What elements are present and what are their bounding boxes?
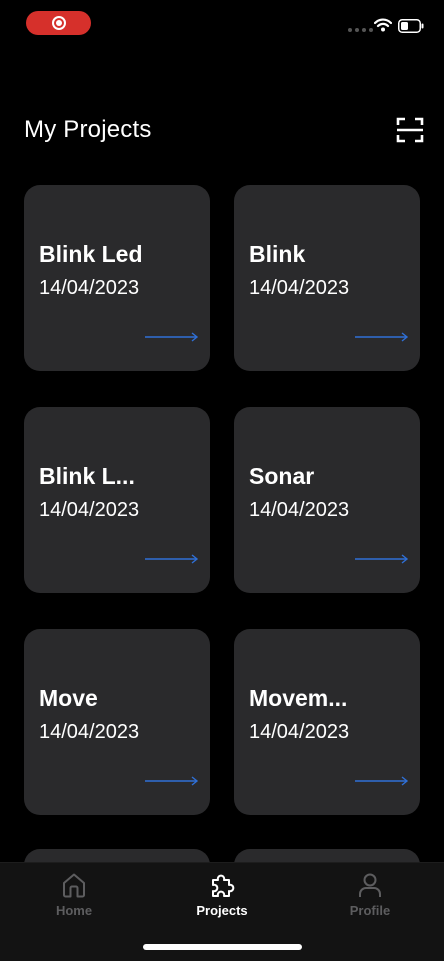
project-name: Blink — [249, 241, 306, 267]
record-icon — [51, 16, 66, 30]
tab-profile-label: Profile — [349, 903, 391, 918]
project-card[interactable]: Blink Led 14/04/2023 — [24, 185, 210, 371]
project-date: 14/04/2023 — [249, 721, 350, 743]
wifi-icon — [374, 18, 392, 32]
project-card[interactable]: Blink 14/04/2023 — [234, 185, 420, 371]
project-card[interactable]: Sonar 14/04/2023 — [234, 407, 420, 593]
project-card[interactable]: Move 14/04/2023 — [24, 629, 210, 815]
battery-icon — [398, 19, 424, 33]
status-bar — [0, 0, 444, 48]
cellular-signal-icon — [348, 28, 373, 32]
project-name: Sonar — [249, 463, 315, 489]
tab-profile[interactable]: Profile — [320, 871, 420, 918]
project-name: Movem... — [249, 685, 348, 711]
puzzle-icon — [212, 874, 235, 897]
project-date: 14/04/2023 — [39, 721, 140, 743]
project-name: Move — [39, 685, 98, 711]
project-card[interactable]: Blink L... 14/04/2023 — [24, 407, 210, 593]
screen-recording-indicator[interactable] — [26, 11, 91, 35]
scan-frame-icon[interactable] — [396, 116, 424, 144]
project-date: 14/04/2023 — [249, 499, 350, 521]
arrow-right-icon — [145, 776, 199, 786]
arrow-right-icon — [145, 554, 199, 564]
tab-projects[interactable]: Projects — [172, 871, 272, 918]
arrow-right-icon — [145, 332, 199, 342]
arrow-right-icon — [355, 332, 409, 342]
tab-home-label: Home — [55, 903, 93, 918]
projects-grid: Blink Led 14/04/2023 Blink 14/04/2023 Bl… — [24, 185, 420, 815]
tab-projects-label: Projects — [196, 903, 248, 918]
project-name: Blink Led — [39, 241, 143, 267]
home-indicator[interactable] — [143, 944, 302, 950]
project-card[interactable]: Movem... 14/04/2023 — [234, 629, 420, 815]
page-title: My Projects — [24, 116, 152, 143]
home-icon — [63, 873, 85, 898]
project-date: 14/04/2023 — [249, 277, 350, 299]
arrow-right-icon — [355, 554, 409, 564]
arrow-right-icon — [355, 776, 409, 786]
tab-home[interactable]: Home — [24, 871, 124, 918]
person-icon — [359, 873, 381, 897]
project-date: 14/04/2023 — [39, 499, 140, 521]
project-name: Blink L... — [39, 463, 135, 489]
project-date: 14/04/2023 — [39, 277, 140, 299]
